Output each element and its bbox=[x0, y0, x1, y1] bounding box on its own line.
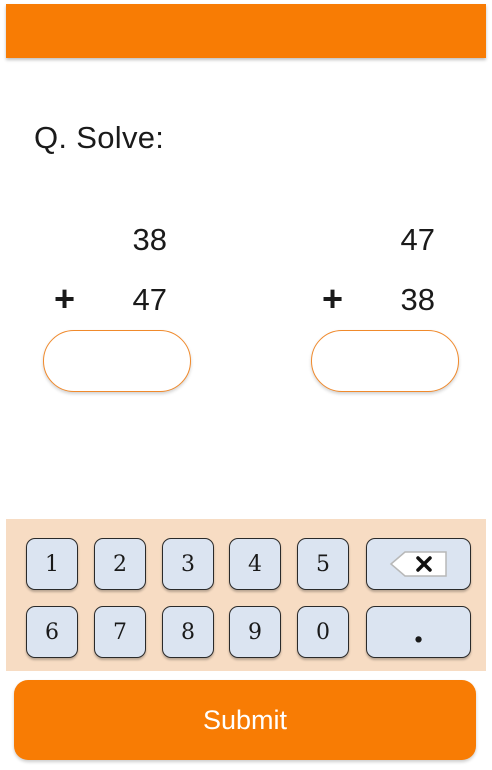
key-2[interactable]: 2 bbox=[94, 538, 146, 590]
question-title: Q. Solve: bbox=[34, 120, 165, 155]
addition-problem-2: 47 + 38 bbox=[308, 218, 468, 398]
answer-input-1[interactable] bbox=[43, 330, 191, 392]
backspace-key[interactable] bbox=[366, 538, 471, 590]
key-5[interactable]: 5 bbox=[297, 538, 349, 590]
number-keypad: 1 2 3 4 5 6 7 8 9 0 . bbox=[6, 519, 486, 671]
decimal-key-label: . bbox=[412, 611, 425, 651]
addition-problem-1: 38 + 47 bbox=[40, 218, 200, 398]
first-addend: 47 bbox=[400, 222, 435, 257]
second-addend: 38 bbox=[400, 282, 435, 317]
key-9[interactable]: 9 bbox=[229, 606, 281, 658]
key-4[interactable]: 4 bbox=[229, 538, 281, 590]
key-6[interactable]: 6 bbox=[26, 606, 78, 658]
key-3[interactable]: 3 bbox=[162, 538, 214, 590]
backspace-icon bbox=[389, 551, 447, 577]
first-addend: 38 bbox=[132, 222, 167, 257]
decimal-key[interactable]: . bbox=[366, 606, 471, 658]
key-7[interactable]: 7 bbox=[94, 606, 146, 658]
key-1[interactable]: 1 bbox=[26, 538, 78, 590]
plus-operator: + bbox=[54, 278, 76, 319]
key-8[interactable]: 8 bbox=[162, 606, 214, 658]
key-0[interactable]: 0 bbox=[297, 606, 349, 658]
answer-input-2[interactable] bbox=[311, 330, 459, 392]
header-bar bbox=[6, 4, 486, 58]
plus-operator: + bbox=[322, 278, 344, 319]
submit-button[interactable]: Submit bbox=[14, 680, 476, 760]
app-screen: Q. Solve: 38 + 47 47 + 38 1 2 3 4 5 6 7 … bbox=[0, 0, 492, 770]
second-addend: 47 bbox=[132, 282, 167, 317]
